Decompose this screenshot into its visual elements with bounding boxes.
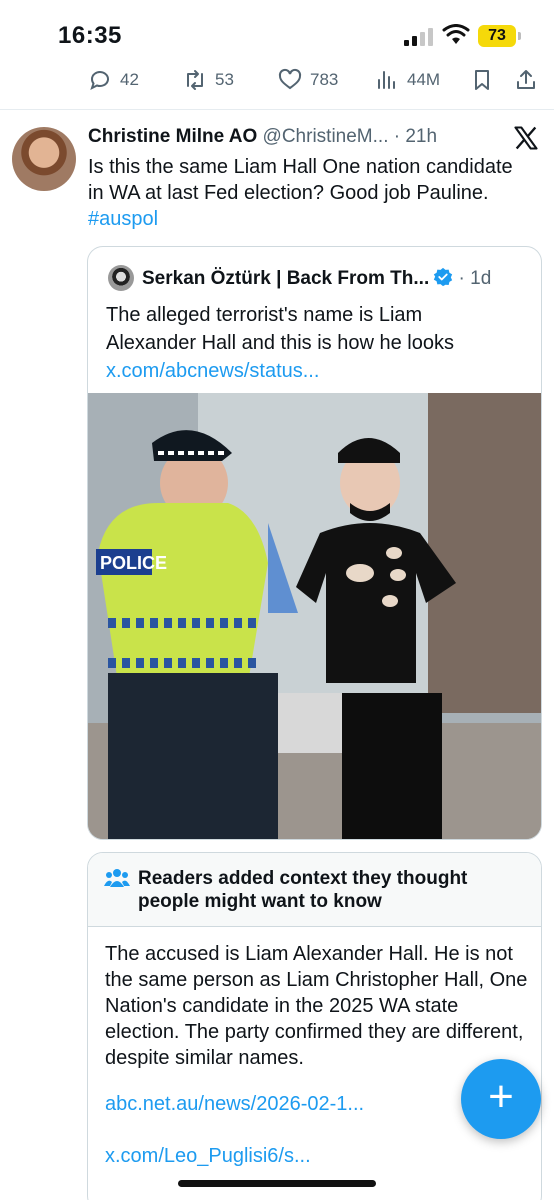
reply-count: 42 [120, 70, 139, 89]
hashtag-link[interactable]: #auspol [88, 206, 544, 232]
repost-icon [187, 70, 203, 90]
views-count: 44M [407, 70, 441, 89]
x-logo-icon [514, 126, 538, 150]
tweet-text-line: in WA at last Fed election? Good job Pau… [88, 182, 489, 204]
people-icon [104, 869, 130, 887]
home-indicator[interactable] [178, 1180, 376, 1187]
status-bar: 16:35 73 [0, 0, 554, 68]
quoted-author-avatar [108, 265, 134, 291]
quoted-link[interactable]: x.com/abcnews/status... [106, 357, 526, 385]
tweet-time[interactable]: 21h [405, 126, 437, 147]
quoted-tweet-header: Serkan Öztürk | Back From Th... · 1d [142, 267, 491, 290]
community-note: Readers added context they thought peopl… [87, 852, 542, 1200]
community-note-text: The accused is Liam Alexander Hall. He i… [105, 943, 528, 1069]
repost-button[interactable]: 53 [183, 68, 234, 92]
like-button[interactable]: 783 [278, 68, 338, 92]
author-avatar[interactable] [12, 127, 76, 191]
quoted-photo[interactable]: POLICE [88, 393, 542, 840]
like-icon [278, 68, 302, 90]
share-icon [517, 70, 535, 89]
tweet-text: Is this the same Liam Hall One nation ca… [88, 154, 544, 232]
repost-count: 53 [215, 70, 234, 89]
share-button[interactable] [514, 68, 546, 92]
community-note-header: Readers added context they thought peopl… [88, 853, 541, 927]
note-source-link[interactable]: abc.net.au/news/2026-02-1... [105, 1093, 364, 1116]
battery-cap [518, 32, 521, 40]
author-handle[interactable]: @ChristineM... [263, 126, 389, 147]
tweet-text-line: Is this the same Liam Hall One nation ca… [88, 156, 513, 178]
verified-badge-icon [434, 267, 453, 287]
bookmark-button[interactable] [470, 68, 502, 92]
note-source-link[interactable]: x.com/Leo_Puglisi6/s... [105, 1145, 311, 1168]
quoted-separator: · [453, 268, 471, 289]
views-button[interactable]: 44M [375, 68, 440, 92]
quoted-tweet-card[interactable]: Serkan Öztürk | Back From Th... · 1d The… [87, 246, 542, 840]
previous-tweet-actions: 42 53 783 44M [0, 62, 554, 110]
battery-indicator: 73 [478, 25, 516, 47]
tweet-header: Christine Milne AO @ChristineM... · 21h [88, 126, 437, 148]
quoted-text-line: The alleged terrorist's name is Liam [106, 304, 423, 326]
cellular-signal-icon [404, 28, 433, 46]
reply-icon [90, 71, 109, 90]
compose-post-button[interactable]: + [461, 1059, 541, 1139]
community-note-title: Readers added context they thought peopl… [138, 868, 468, 912]
author-name[interactable]: Christine Milne AO [88, 126, 257, 147]
views-icon [378, 71, 395, 89]
quoted-author-name: Serkan Öztürk | Back From Th... [142, 268, 430, 289]
header-separator: · [388, 126, 406, 147]
status-time: 16:35 [58, 22, 122, 49]
quoted-tweet-text: The alleged terrorist's name is Liam Ale… [106, 301, 526, 385]
like-count: 783 [310, 70, 339, 89]
police-vest-text: POLICE [100, 553, 167, 573]
reply-button[interactable]: 42 [88, 68, 139, 92]
quoted-tweet-time: 1d [470, 268, 492, 289]
bookmark-icon [475, 70, 489, 90]
quoted-text-line: Alexander Hall and this is how he looks [106, 332, 454, 354]
wifi-icon [442, 24, 470, 44]
